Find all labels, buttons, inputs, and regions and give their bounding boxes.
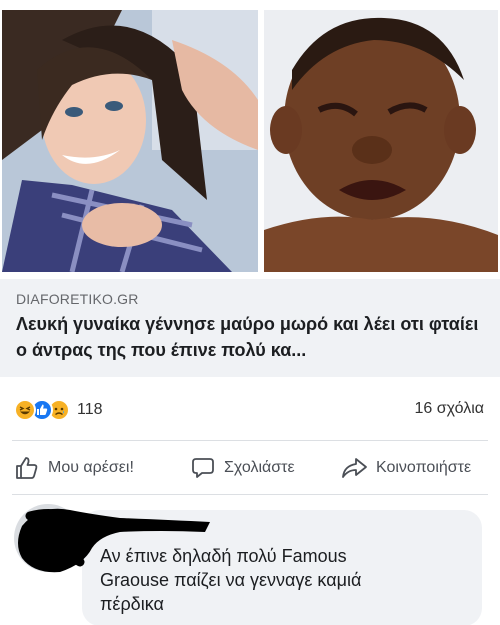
share-button[interactable]: Κοινοποιήστε [340, 454, 471, 482]
comments-count[interactable]: 16 σχόλια [415, 400, 484, 418]
comment-button[interactable]: Σχολιάστε [190, 454, 295, 482]
reaction-count: 118 [77, 401, 103, 418]
divider [12, 440, 488, 441]
like-button-label: Μου αρέσει! [48, 459, 134, 476]
link-preview[interactable]: DIAFORETIKO.GR Λευκή γυναίκα γέννησε μαύ… [0, 279, 500, 377]
post-image-row [0, 0, 500, 276]
comment-button-label: Σχολιάστε [224, 459, 295, 476]
redaction-scribble [18, 508, 210, 573]
woman-selfie-photo[interactable] [2, 10, 258, 272]
share-button-label: Κοινοποιήστε [376, 459, 472, 476]
thumbs-up-icon [16, 457, 38, 479]
link-headline[interactable]: Λευκή γυναίκα γέννησε μαύρο μωρό και λέε… [16, 311, 486, 363]
like-button[interactable]: Μου αρέσει! [14, 454, 134, 482]
speech-bubble-icon [192, 458, 214, 478]
crying-baby-photo[interactable] [264, 10, 498, 272]
comment-item: Αν έπινε δηλαδή πολύ Famous Graouse παίζ… [0, 496, 500, 625]
haha-reaction-icon [14, 399, 36, 421]
divider [12, 494, 488, 495]
link-domain: DIAFORETIKO.GR [16, 291, 139, 307]
reactions-summary[interactable]: 118 [14, 398, 103, 422]
share-arrow-icon [342, 458, 367, 478]
post-actions-bar: Μου αρέσει! Σχολιάστε Κοινοποιήστε [0, 448, 500, 488]
post-stats-bar: 118 16 σχόλια [0, 390, 500, 426]
